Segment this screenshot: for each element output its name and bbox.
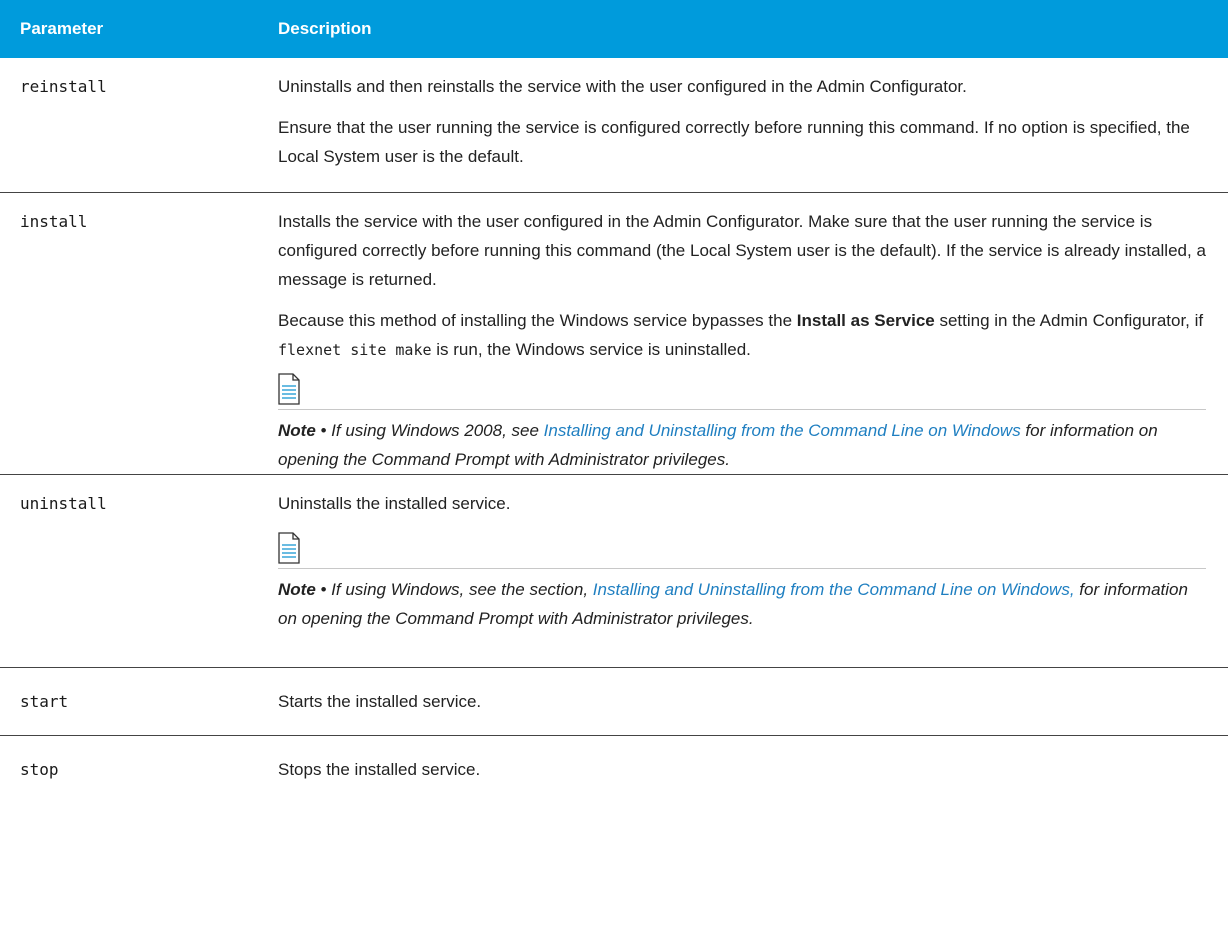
description-text: Uninstalls the installed service. — [278, 493, 511, 513]
description-text: Stops the installed service. — [278, 759, 481, 779]
param-start: start — [0, 667, 258, 736]
description-text: Starts the installed service. — [258, 667, 1228, 736]
table-row: uninstall Uninstalls the installed servi… — [0, 474, 1228, 668]
description-cell: Uninstalls and then reinstalls the servi… — [258, 58, 1228, 193]
description-cell: Installs the service with the user confi… — [258, 192, 1228, 475]
installing-uninstalling-link[interactable]: Installing and Uninstalling from the Com… — [544, 421, 1021, 440]
param-uninstall: uninstall — [0, 474, 258, 668]
param-reinstall: reinstall — [0, 58, 258, 193]
note-block: Note • If using Windows, see the section… — [278, 531, 1206, 633]
description-cell: Uninstalls the installed service. Note •… — [258, 474, 1228, 668]
description-text: Installs the service with the user confi… — [278, 211, 1206, 289]
header-parameter: Parameter — [0, 0, 258, 58]
description-text: Uninstalls and then reinstalls the servi… — [278, 77, 967, 96]
param-stop: stop — [20, 759, 59, 779]
install-as-service-label: Install as Service — [796, 310, 935, 330]
table-row: reinstall Uninstalls and then reinstalls… — [0, 58, 1228, 193]
param-install: install — [0, 192, 258, 475]
header-description: Description — [258, 0, 1228, 58]
note-text: Note • If using Windows, see the section… — [278, 579, 1188, 628]
table-row: stop Stops the installed service. — [0, 735, 1228, 803]
parameters-table: Parameter Description reinstall Uninstal… — [0, 0, 1228, 803]
note-block: Note • If using Windows 2008, see Instal… — [278, 372, 1206, 474]
description-text: Ensure that the user running the service… — [278, 118, 1190, 166]
table-row: install Installs the service with the us… — [0, 192, 1228, 475]
table-row: start Starts the installed service. — [0, 667, 1228, 736]
note-document-icon — [278, 372, 1206, 405]
note-document-icon — [278, 531, 1206, 564]
description-text: Because this method of installing the Wi… — [278, 310, 1204, 359]
note-text: Note • If using Windows 2008, see Instal… — [278, 420, 1158, 469]
table-header-row: Parameter Description — [0, 0, 1228, 58]
installing-uninstalling-link[interactable]: Installing and Uninstalling from the Com… — [593, 580, 1075, 599]
command-code: flexnet site make — [278, 340, 432, 359]
